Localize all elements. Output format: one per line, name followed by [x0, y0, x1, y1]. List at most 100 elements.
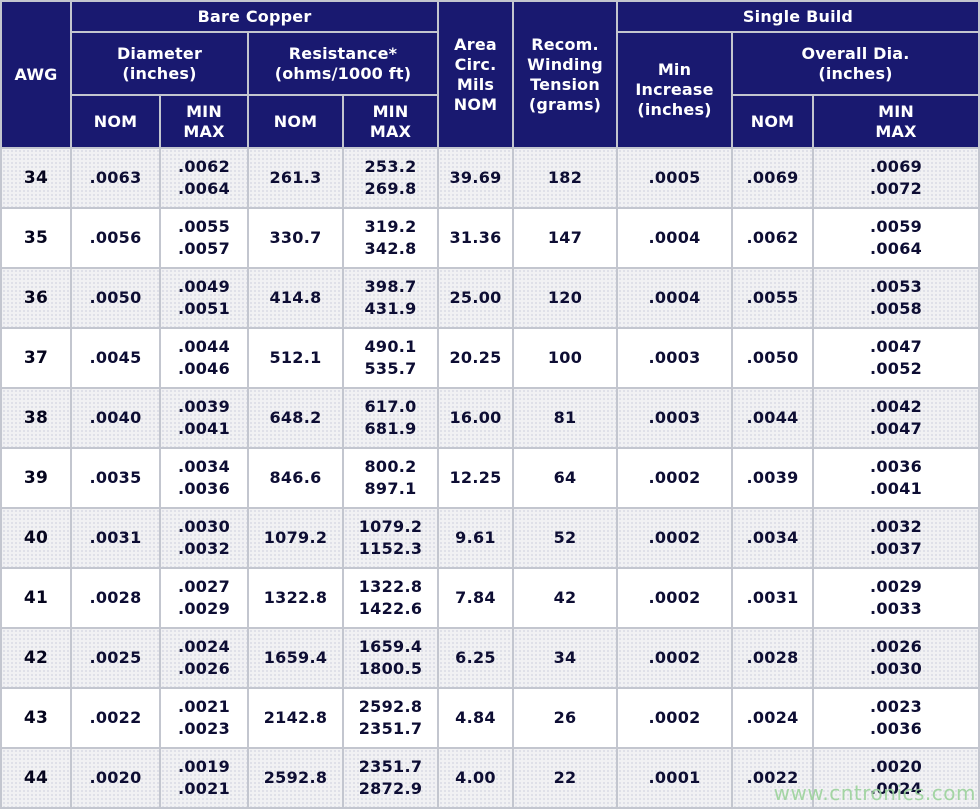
- cell-resistance-nom: 330.7: [248, 208, 343, 268]
- cell-resistance-minmax: 490.1 535.7: [343, 328, 438, 388]
- cell-resistance-minmax: 253.2 269.8: [343, 148, 438, 208]
- cell-overall-nom: .0069: [732, 148, 813, 208]
- cell-min-increase: .0002: [617, 508, 732, 568]
- header-resistance: Resistance* (ohms/1000 ft): [248, 32, 438, 95]
- header-bare-copper: Bare Copper: [71, 1, 438, 32]
- cell-awg: 39: [1, 448, 71, 508]
- cell-area-circ-mils: 31.36: [438, 208, 513, 268]
- table-body: 34.0063.0062 .0064261.3253.2 269.839.691…: [1, 148, 979, 808]
- cell-area-circ-mils: 4.84: [438, 688, 513, 748]
- cell-resistance-minmax: 2592.8 2351.7: [343, 688, 438, 748]
- header-awg: AWG: [1, 1, 71, 148]
- table-row-awg-34: 34.0063.0062 .0064261.3253.2 269.839.691…: [1, 148, 979, 208]
- cell-diameter-minmax: .0030 .0032: [160, 508, 248, 568]
- cell-overall-nom: .0034: [732, 508, 813, 568]
- cell-diameter-nom: .0035: [71, 448, 160, 508]
- cell-min-increase: .0002: [617, 628, 732, 688]
- cell-awg: 42: [1, 628, 71, 688]
- cell-resistance-nom: 1079.2: [248, 508, 343, 568]
- cell-diameter-nom: .0063: [71, 148, 160, 208]
- cell-diameter-nom: .0025: [71, 628, 160, 688]
- cell-resistance-minmax: 398.7 431.9: [343, 268, 438, 328]
- header-diameter: Diameter (inches): [71, 32, 248, 95]
- cell-resistance-minmax: 800.2 897.1: [343, 448, 438, 508]
- table-row-awg-42: 42.0025.0024 .00261659.41659.4 1800.56.2…: [1, 628, 979, 688]
- header-overall-minmax: MIN MAX: [813, 95, 979, 148]
- header-diameter-nom: NOM: [71, 95, 160, 148]
- cell-overall-nom: .0044: [732, 388, 813, 448]
- cell-min-increase: .0002: [617, 448, 732, 508]
- cell-awg: 37: [1, 328, 71, 388]
- cell-winding-tension: 42: [513, 568, 617, 628]
- cell-diameter-nom: .0056: [71, 208, 160, 268]
- cell-area-circ-mils: 6.25: [438, 628, 513, 688]
- cell-awg: 44: [1, 748, 71, 808]
- cell-winding-tension: 64: [513, 448, 617, 508]
- cell-resistance-minmax: 1659.4 1800.5: [343, 628, 438, 688]
- cell-winding-tension: 147: [513, 208, 617, 268]
- cell-overall-nom: .0031: [732, 568, 813, 628]
- cell-diameter-minmax: .0027 .0029: [160, 568, 248, 628]
- cell-awg: 34: [1, 148, 71, 208]
- header-row-groups: AWG Bare Copper Area Circ. Mils NOM Reco…: [1, 1, 979, 32]
- table-row-awg-36: 36.0050.0049 .0051414.8398.7 431.925.001…: [1, 268, 979, 328]
- cell-resistance-nom: 2142.8: [248, 688, 343, 748]
- cell-diameter-minmax: .0039 .0041: [160, 388, 248, 448]
- cell-overall-minmax: .0023 .0036: [813, 688, 979, 748]
- cell-diameter-nom: .0028: [71, 568, 160, 628]
- cell-diameter-nom: .0040: [71, 388, 160, 448]
- header-overall-dia: Overall Dia. (inches): [732, 32, 979, 95]
- cell-diameter-minmax: .0019 .0021: [160, 748, 248, 808]
- cell-overall-minmax: .0042 .0047: [813, 388, 979, 448]
- cell-min-increase: .0004: [617, 268, 732, 328]
- cell-area-circ-mils: 4.00: [438, 748, 513, 808]
- cell-overall-minmax: .0047 .0052: [813, 328, 979, 388]
- cell-overall-nom: .0022: [732, 748, 813, 808]
- cell-diameter-minmax: .0044 .0046: [160, 328, 248, 388]
- table-row-awg-38: 38.0040.0039 .0041648.2617.0 681.916.008…: [1, 388, 979, 448]
- cell-diameter-minmax: .0062 .0064: [160, 148, 248, 208]
- cell-winding-tension: 120: [513, 268, 617, 328]
- header-winding-tension: Recom. Winding Tension (grams): [513, 1, 617, 148]
- cell-diameter-minmax: .0024 .0026: [160, 628, 248, 688]
- table-row-awg-44: 44.0020.0019 .00212592.82351.7 2872.94.0…: [1, 748, 979, 808]
- cell-resistance-minmax: 1079.2 1152.3: [343, 508, 438, 568]
- cell-resistance-nom: 846.6: [248, 448, 343, 508]
- cell-overall-minmax: .0026 .0030: [813, 628, 979, 688]
- cell-awg: 43: [1, 688, 71, 748]
- cell-overall-minmax: .0069 .0072: [813, 148, 979, 208]
- cell-resistance-minmax: 2351.7 2872.9: [343, 748, 438, 808]
- wire-gauge-page: AWG Bare Copper Area Circ. Mils NOM Reco…: [0, 0, 980, 809]
- cell-awg: 38: [1, 388, 71, 448]
- cell-overall-minmax: .0029 .0033: [813, 568, 979, 628]
- header-min-increase: Min Increase (inches): [617, 32, 732, 148]
- cell-diameter-nom: .0020: [71, 748, 160, 808]
- wire-gauge-table: AWG Bare Copper Area Circ. Mils NOM Reco…: [0, 0, 980, 809]
- cell-resistance-nom: 1322.8: [248, 568, 343, 628]
- cell-resistance-minmax: 617.0 681.9: [343, 388, 438, 448]
- header-single-build: Single Build: [617, 1, 979, 32]
- cell-resistance-nom: 2592.8: [248, 748, 343, 808]
- cell-min-increase: .0004: [617, 208, 732, 268]
- header-resistance-minmax: MIN MAX: [343, 95, 438, 148]
- cell-min-increase: .0001: [617, 748, 732, 808]
- table-row-awg-35: 35.0056.0055 .0057330.7319.2 342.831.361…: [1, 208, 979, 268]
- cell-diameter-minmax: .0021 .0023: [160, 688, 248, 748]
- cell-winding-tension: 34: [513, 628, 617, 688]
- cell-overall-nom: .0050: [732, 328, 813, 388]
- cell-overall-nom: .0055: [732, 268, 813, 328]
- cell-winding-tension: 100: [513, 328, 617, 388]
- cell-overall-minmax: .0032 .0037: [813, 508, 979, 568]
- header-area-circ-mils: Area Circ. Mils NOM: [438, 1, 513, 148]
- cell-awg: 41: [1, 568, 71, 628]
- cell-winding-tension: 26: [513, 688, 617, 748]
- cell-overall-minmax: .0036 .0041: [813, 448, 979, 508]
- cell-area-circ-mils: 7.84: [438, 568, 513, 628]
- cell-min-increase: .0003: [617, 328, 732, 388]
- table-row-awg-37: 37.0045.0044 .0046512.1490.1 535.720.251…: [1, 328, 979, 388]
- cell-area-circ-mils: 39.69: [438, 148, 513, 208]
- cell-winding-tension: 22: [513, 748, 617, 808]
- header-resistance-nom: NOM: [248, 95, 343, 148]
- cell-min-increase: .0002: [617, 688, 732, 748]
- cell-area-circ-mils: 12.25: [438, 448, 513, 508]
